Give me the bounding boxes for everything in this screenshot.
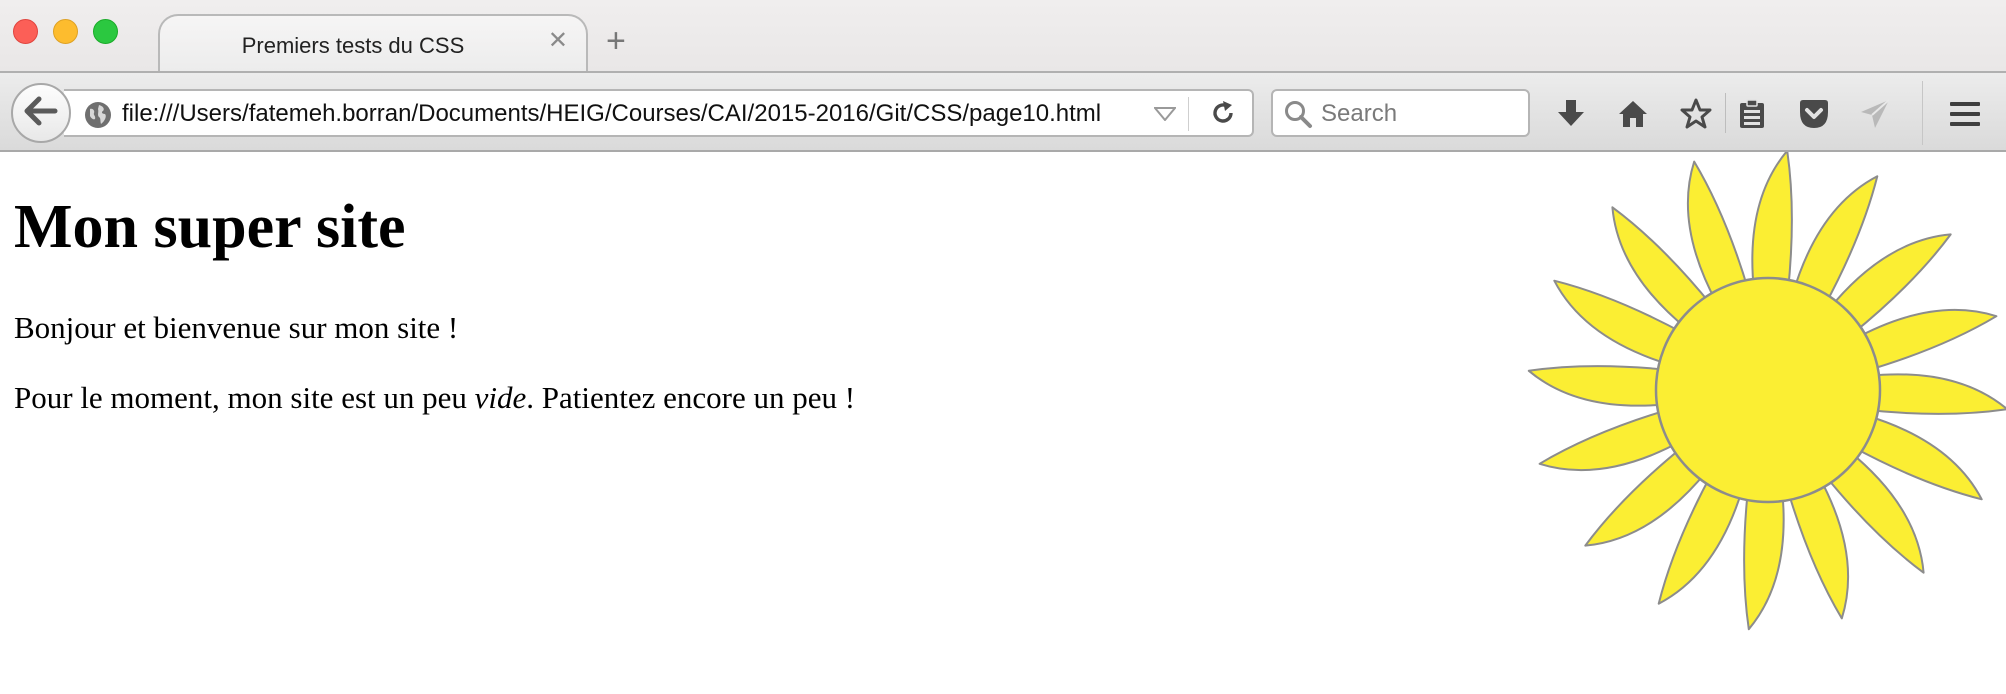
sun-ray <box>1865 373 2006 415</box>
url-text[interactable]: file:///Users/fatemeh.borran/Documents/H… <box>122 100 1101 128</box>
search-icon <box>1283 99 1313 134</box>
page-heading: Mon super site <box>14 193 406 261</box>
home-icon[interactable] <box>1616 97 1650 136</box>
url-bar[interactable]: file:///Users/fatemeh.borran/Documents/H… <box>64 89 1254 137</box>
window-zoom-button[interactable] <box>93 19 118 44</box>
globe-icon <box>84 101 112 134</box>
tab-active[interactable]: Premiers tests du CSS ✕ <box>158 14 588 72</box>
menu-icon[interactable] <box>1948 97 1982 136</box>
sun-disc <box>1654 276 1882 504</box>
pocket-icon[interactable] <box>1797 97 1831 136</box>
status-text-start: Pour le moment, mon site est un peu <box>14 380 475 415</box>
window-minimize-button[interactable] <box>53 19 78 44</box>
emphasis-text: vide <box>474 380 527 415</box>
download-icon[interactable] <box>1554 97 1588 136</box>
back-button[interactable] <box>11 83 71 143</box>
sun-ray <box>1743 487 1785 631</box>
back-icon <box>24 96 58 131</box>
url-bar-divider <box>1188 97 1189 131</box>
search-bar[interactable] <box>1271 89 1530 137</box>
toolbar-divider <box>1725 93 1726 133</box>
search-input[interactable] <box>1321 99 1521 129</box>
page-content: Mon super site Bonjour et bienvenue sur … <box>0 152 2006 694</box>
tab-strip: Premiers tests du CSS ✕ + <box>0 0 2006 72</box>
toolbar-divider <box>1922 81 1923 145</box>
tab-close-icon[interactable]: ✕ <box>548 29 568 53</box>
navigation-toolbar: file:///Users/fatemeh.borran/Documents/H… <box>0 71 2006 152</box>
sun-ray <box>1751 152 1793 293</box>
welcome-paragraph: Bonjour et bienvenue sur mon site ! <box>14 310 459 345</box>
tab-title: Premiers tests du CSS <box>241 33 465 58</box>
reload-icon[interactable] <box>1209 99 1237 132</box>
sun-icon <box>1527 152 2006 631</box>
dropmarker-icon[interactable] <box>1152 107 1178 126</box>
window-close-button[interactable] <box>13 19 38 44</box>
status-text-end: . Patientez encore un peu ! <box>526 380 856 415</box>
reading-list-icon[interactable] <box>1735 97 1769 136</box>
new-tab-button[interactable]: + <box>606 24 626 58</box>
share-icon[interactable] <box>1858 97 1892 136</box>
status-paragraph: Pour le moment, mon site est un peu vide… <box>14 380 855 416</box>
bookmark-star-icon[interactable] <box>1679 97 1713 136</box>
sun-ray <box>1527 365 1671 407</box>
